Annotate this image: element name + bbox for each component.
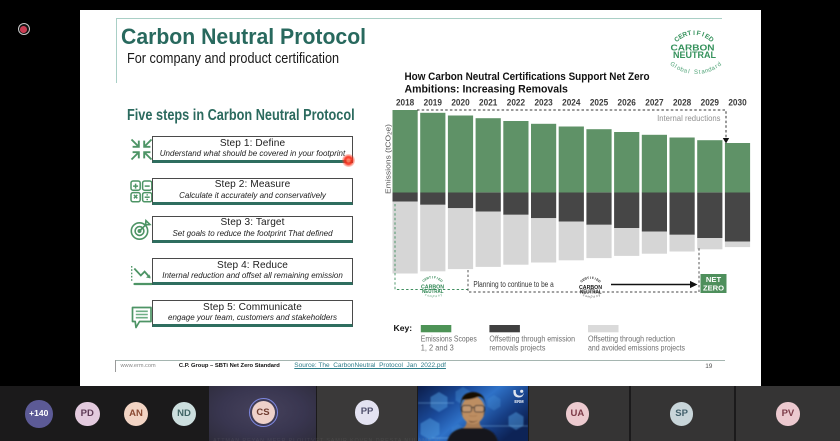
svg-text:Emissions (tCO2e): Emissions (tCO2e)	[383, 124, 393, 194]
svg-text:Planning to continue to be a: Planning to continue to be a	[473, 280, 554, 289]
svg-text:1, 2 and 3: 1, 2 and 3	[420, 343, 453, 353]
svg-text:2024: 2024	[562, 98, 580, 108]
svg-text:2030: 2030	[728, 98, 746, 108]
svg-text:How Carbon Neutral Certificati: How Carbon Neutral Certifications Suppor…	[404, 71, 649, 83]
svg-text:Internal reductions: Internal reductions	[657, 113, 720, 123]
svg-text:l: l	[687, 69, 689, 75]
svg-text:D: D	[597, 279, 602, 284]
svg-text:2028: 2028	[672, 98, 690, 108]
svg-text:removals projects: removals projects	[489, 343, 545, 353]
svg-text:2019: 2019	[423, 98, 441, 108]
svg-text:2027: 2027	[645, 98, 663, 108]
svg-text:2022: 2022	[506, 98, 524, 108]
svg-text:2021: 2021	[479, 98, 497, 108]
svg-text:T: T	[686, 30, 691, 38]
svg-text:Key:: Key:	[393, 323, 412, 333]
svg-text:2020: 2020	[451, 98, 469, 108]
svg-text:2025: 2025	[589, 98, 607, 108]
svg-text:I: I	[693, 30, 695, 37]
svg-text:2018: 2018	[395, 98, 413, 108]
svg-text:S: S	[693, 70, 697, 76]
svg-text:NEUTRAL: NEUTRAL	[673, 50, 717, 60]
svg-text:2029: 2029	[700, 98, 718, 108]
svg-text:2023: 2023	[534, 98, 552, 108]
svg-text:ZERO: ZERO	[702, 284, 723, 293]
svg-text:2026: 2026	[617, 98, 635, 108]
svg-text:Ambitions: Increasing Removals: Ambitions: Increasing Removals	[404, 84, 567, 96]
svg-text:ERM: ERM	[514, 399, 524, 404]
svg-text:D: D	[439, 278, 444, 283]
svg-text:and avoided emissions projects: and avoided emissions projects	[588, 343, 685, 353]
